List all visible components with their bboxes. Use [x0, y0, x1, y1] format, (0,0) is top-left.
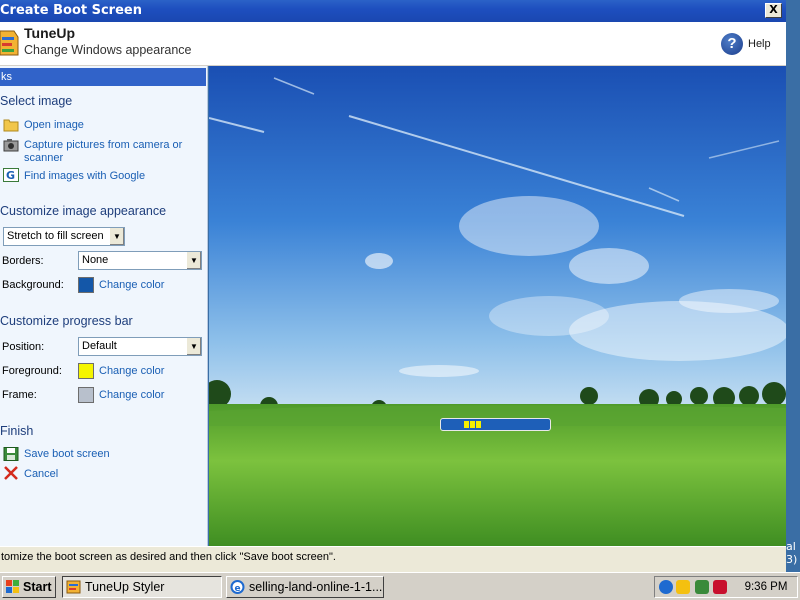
- start-button[interactable]: Start: [2, 576, 56, 598]
- camera-icon: [3, 139, 19, 152]
- ie-icon: e: [230, 580, 245, 594]
- bliss-wallpaper-image: [209, 66, 786, 546]
- progress-fill: [464, 421, 481, 428]
- status-bar: tomize the boot screen as desired and th…: [0, 546, 786, 568]
- stretch-select[interactable]: Stretch to fill screen ▼: [3, 227, 125, 246]
- save-icon: [3, 447, 19, 461]
- tasks-header: ks: [0, 68, 206, 86]
- save-boot-screen-link[interactable]: Save boot screen: [24, 448, 110, 461]
- background-color-swatch[interactable]: [78, 277, 94, 293]
- tuneup-icon: [66, 580, 81, 594]
- foreground-label: Foreground:: [2, 365, 62, 377]
- taskbar-button-label: TuneUp Styler: [85, 580, 165, 594]
- desktop-edge: al 3): [786, 0, 800, 572]
- borders-select-value: None: [82, 254, 109, 266]
- network-icon[interactable]: [695, 580, 709, 594]
- progress-bar-heading: Customize progress bar: [0, 314, 133, 328]
- taskbar-button-label: selling-land-online-1-1...: [249, 580, 383, 594]
- position-select-value: Default: [82, 340, 117, 352]
- foreground-color-swatch[interactable]: [78, 363, 94, 379]
- position-select[interactable]: Default ▼: [78, 337, 202, 356]
- clock[interactable]: 9:36 PM: [737, 577, 795, 597]
- status-text: tomize the boot screen as desired and th…: [1, 551, 336, 563]
- frame-color-swatch[interactable]: [78, 387, 94, 403]
- windows-flag-icon: [6, 580, 19, 593]
- system-tray: 9:36 PM: [654, 576, 798, 598]
- help-icon: ?: [721, 33, 743, 55]
- background-label: Background:: [2, 279, 64, 291]
- cancel-icon: [4, 466, 18, 480]
- background-change-color-link[interactable]: Change color: [99, 279, 164, 291]
- app-subtitle: Change Windows appearance: [24, 43, 192, 57]
- desktop-edge-text: al 3): [786, 540, 798, 566]
- find-google-link[interactable]: Find images with Google: [24, 170, 145, 183]
- folder-icon: [3, 119, 19, 132]
- chevron-down-icon: ▼: [186, 252, 201, 269]
- chevron-down-icon: ▼: [186, 338, 201, 355]
- taskbar: Start TuneUp Styler e selling-land-onlin…: [0, 572, 800, 600]
- boot-progress-bar: [440, 418, 551, 431]
- appearance-heading: Customize image appearance: [0, 204, 167, 218]
- select-image-heading: Select image: [0, 94, 73, 108]
- boot-screen-preview: [209, 66, 786, 546]
- app-name: TuneUp: [24, 25, 76, 41]
- ie-tray-icon[interactable]: [659, 580, 673, 594]
- chevron-down-icon: ▼: [109, 228, 124, 245]
- finish-heading: Finish: [0, 424, 34, 438]
- tuneup-logo-icon: [0, 30, 19, 56]
- title-bar[interactable]: Create Boot Screen X: [0, 0, 786, 22]
- frame-change-color-link[interactable]: Change color: [99, 389, 164, 401]
- header: TuneUp Change Windows appearance ? Help: [0, 22, 786, 66]
- security-alert-icon[interactable]: [676, 580, 690, 594]
- position-label: Position:: [2, 341, 45, 353]
- borders-select[interactable]: None ▼: [78, 251, 202, 270]
- foreground-change-color-link[interactable]: Change color: [99, 365, 164, 377]
- window-title: Create Boot Screen: [0, 3, 142, 18]
- start-label: Start: [23, 580, 52, 594]
- capture-pictures-link[interactable]: Capture pictures from camera or scanner: [24, 139, 194, 165]
- taskbar-button-tuneup-styler[interactable]: TuneUp Styler: [62, 576, 222, 598]
- frame-label: Frame:: [2, 389, 37, 401]
- google-icon: G: [3, 168, 19, 182]
- shield-icon[interactable]: [713, 580, 727, 594]
- svg-text:G: G: [6, 169, 15, 182]
- close-button[interactable]: X: [765, 3, 782, 18]
- svg-text:e: e: [235, 584, 241, 594]
- help-button[interactable]: ? Help: [721, 33, 771, 55]
- open-image-link[interactable]: Open image: [24, 119, 84, 132]
- stretch-select-value: Stretch to fill screen: [7, 230, 104, 242]
- tasks-panel: ks Select image Open image Capture pictu…: [0, 66, 208, 546]
- help-label: Help: [748, 38, 771, 50]
- borders-label: Borders:: [2, 255, 44, 267]
- cancel-link[interactable]: Cancel: [24, 468, 58, 481]
- taskbar-button-browser[interactable]: e selling-land-online-1-1...: [226, 576, 384, 598]
